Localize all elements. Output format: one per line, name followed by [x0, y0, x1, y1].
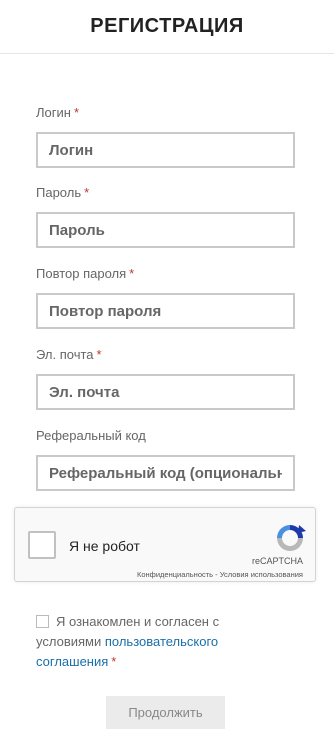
recaptcha-links[interactable]: Конфиденциальность - Условия использован… [137, 570, 303, 579]
required-marker: * [129, 266, 135, 281]
required-marker: * [84, 185, 90, 200]
recaptcha-logo-icon [277, 525, 306, 551]
required-marker: * [111, 654, 117, 669]
recaptcha-label: Я не робот [69, 538, 140, 554]
referral-field-group: Реферальный код [36, 427, 295, 491]
recaptcha-brand: reCAPTCHA [251, 556, 303, 566]
email-field-group: Эл. почта * [36, 346, 295, 410]
agreement-checkbox[interactable] [36, 615, 49, 628]
email-input[interactable] [36, 374, 295, 410]
page-title: РЕГИСТРАЦИЯ [90, 15, 244, 37]
password-field-group: Пароль * [36, 184, 295, 248]
login-input[interactable] [36, 132, 295, 168]
required-marker: * [96, 347, 102, 362]
password-input[interactable] [36, 212, 295, 248]
page-header: РЕГИСТРАЦИЯ [0, 0, 334, 54]
email-label: Эл. почта * [36, 347, 102, 362]
required-marker: * [73, 105, 80, 120]
password-repeat-field-group: Повтор пароля * [36, 265, 295, 329]
login-label: Логин * [36, 105, 80, 120]
recaptcha-widget: Я не робот reCAPTCHA Конфиденциальность … [14, 507, 316, 582]
referral-label: Реферальный код [36, 428, 146, 443]
agreement-block: Я ознакомлен и согласен с условиями поль… [36, 612, 276, 672]
password-label: Пароль * [36, 185, 90, 200]
continue-button[interactable]: Продолжить [106, 696, 225, 729]
password-repeat-input[interactable] [36, 293, 295, 329]
login-field-group: Логин * [36, 104, 295, 168]
recaptcha-checkbox[interactable] [28, 531, 56, 559]
referral-input[interactable] [36, 455, 295, 491]
password-repeat-label: Повтор пароля * [36, 266, 135, 281]
